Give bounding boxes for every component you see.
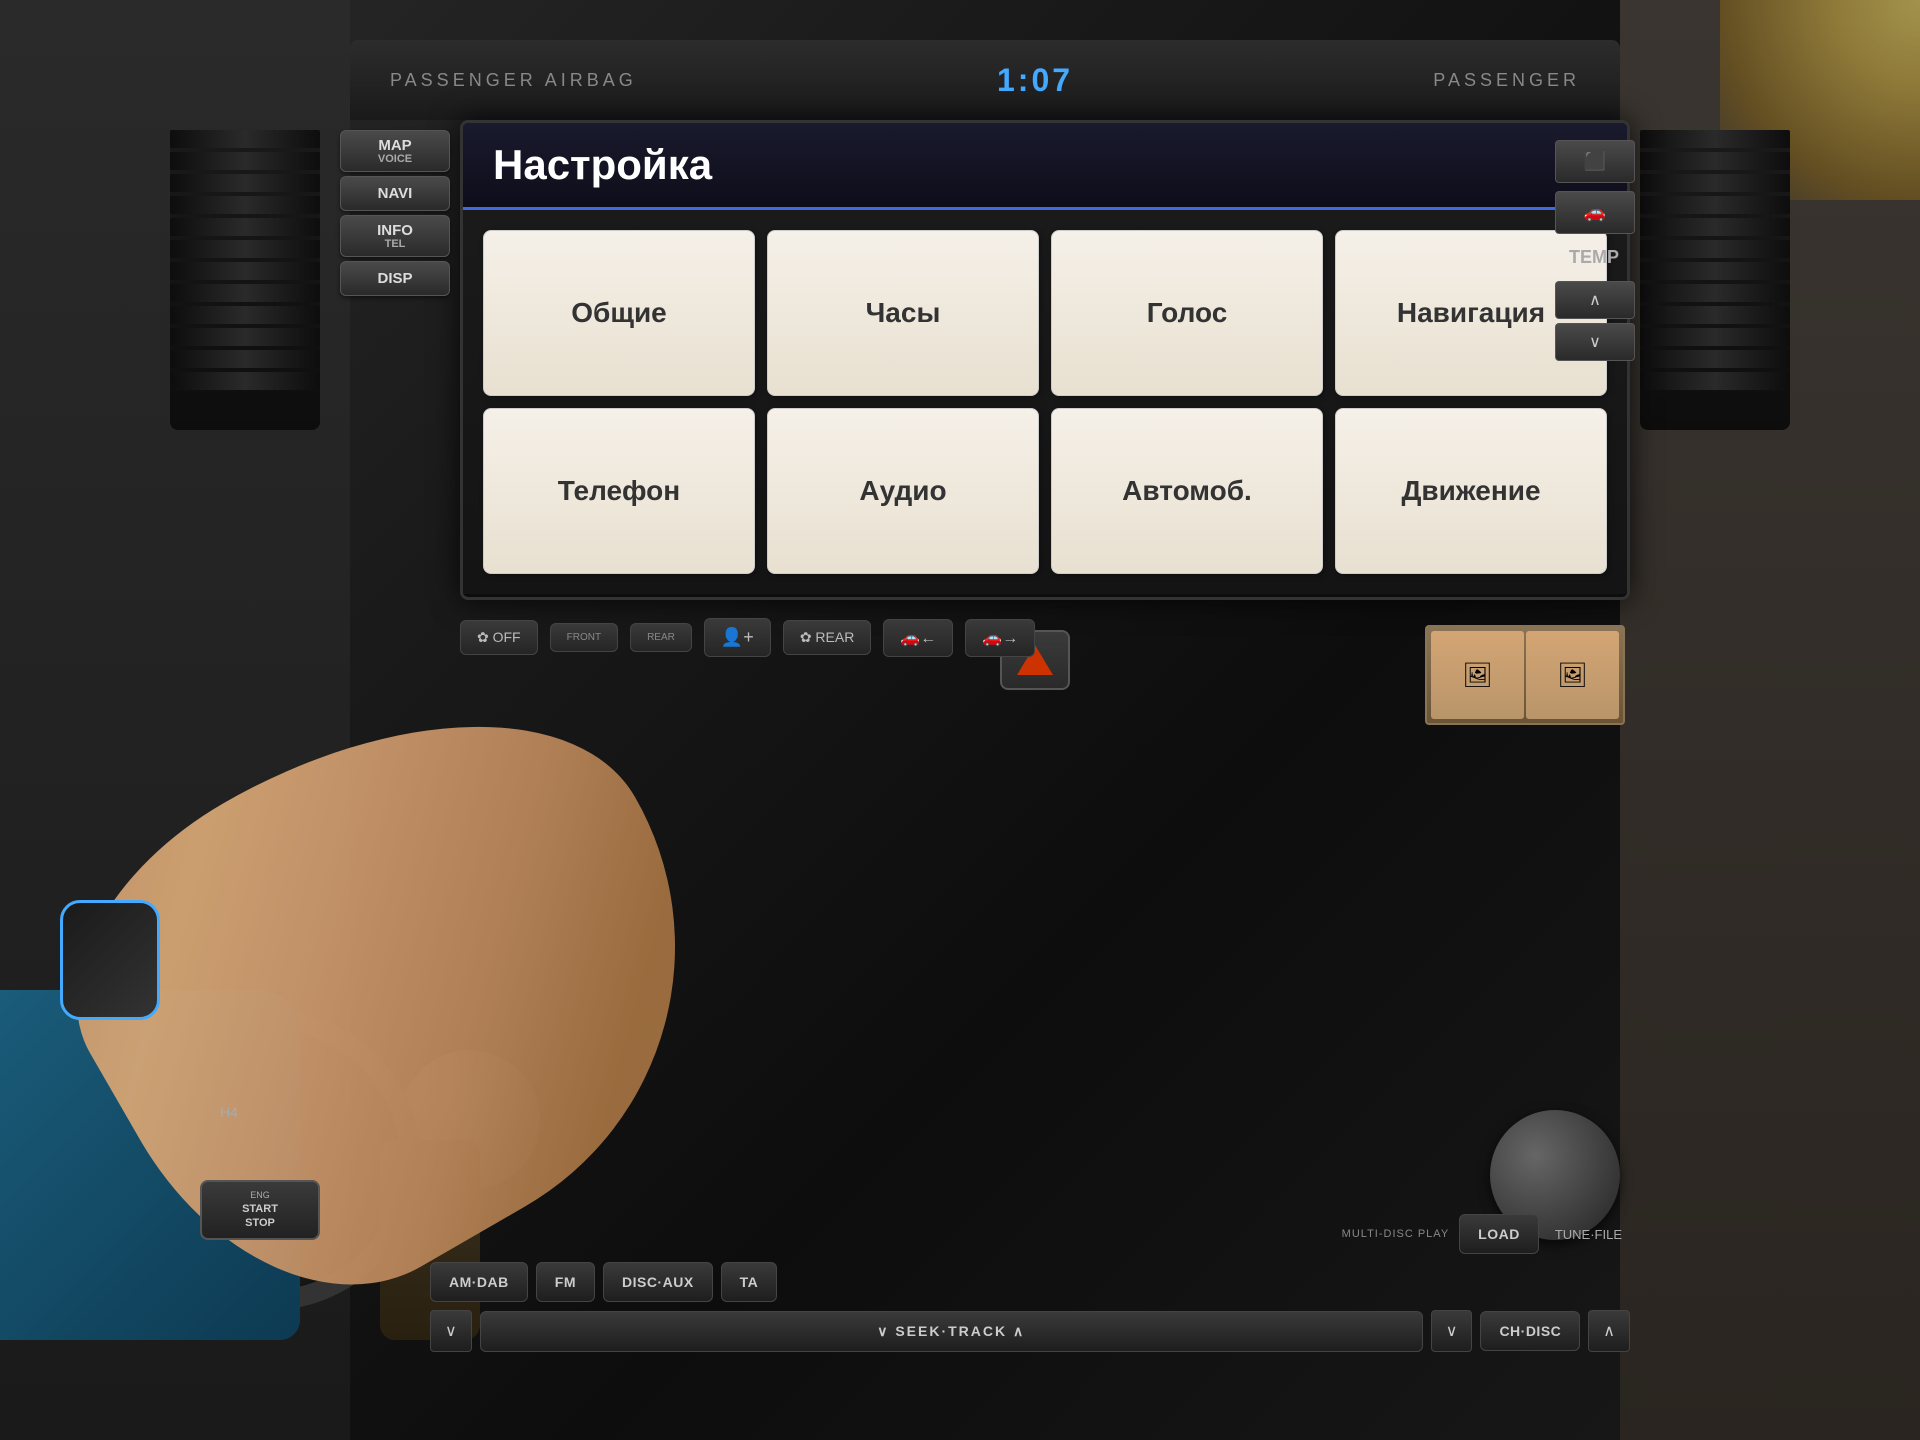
seat-cool-button[interactable]: 🚗←	[883, 619, 953, 657]
source-buttons-row: AM·DAB FM DISC·AUX TA	[430, 1262, 1630, 1302]
persons-watch	[60, 900, 160, 1020]
seek-track-row: ∨ ∨ SEEK·TRACK ∧ ∨ CH·DISC ∧	[430, 1310, 1630, 1352]
ch-disc-down-button[interactable]: ∨	[1431, 1310, 1473, 1352]
menu-audio[interactable]: Аудио	[767, 408, 1039, 574]
temp-arrows: ∧ ∨	[1555, 281, 1635, 361]
menu-golos[interactable]: Голос	[1051, 230, 1323, 396]
temp-label: TEMP	[1555, 242, 1635, 273]
front-button[interactable]: FRONT	[550, 623, 618, 652]
fm-button[interactable]: FM	[536, 1262, 595, 1302]
screen-menu-grid: Общие Часы Голос Навигация Телефон Аудио…	[463, 210, 1627, 594]
menu-avtomob[interactable]: Автомоб.	[1051, 408, 1323, 574]
push-start-label: ENG START STOP	[242, 1190, 278, 1230]
infotainment-screen: Настройка Общие Часы Голос Навигация Тел…	[460, 120, 1630, 600]
rear-button[interactable]: REAR	[630, 623, 692, 652]
defrost-btn-1[interactable]: ⬛	[1555, 140, 1635, 183]
navi-button[interactable]: NAVI	[340, 176, 450, 211]
left-nav-buttons: MAP VOICE NAVI INFO TEL DISP	[340, 130, 450, 296]
ch-disc-up-button[interactable]: ∧	[1588, 1310, 1630, 1352]
disp-button[interactable]: DISP	[340, 261, 450, 296]
seat-heat-button[interactable]: 👤+	[704, 618, 771, 657]
menu-telefon[interactable]: Телефон	[483, 408, 755, 574]
h4-label: H4	[220, 1104, 238, 1120]
religious-icons: 🖼 🖼	[1425, 625, 1625, 725]
menu-obshchie[interactable]: Общие	[483, 230, 755, 396]
ch-disc-button[interactable]: CH·DISC	[1480, 1311, 1580, 1351]
hvac-row: ✿ OFF FRONT REAR 👤+ ✿ REAR 🚗← 🚗→	[460, 618, 1420, 657]
rear-fan-button[interactable]: ✿ REAR	[783, 620, 872, 655]
menu-chasy[interactable]: Часы	[767, 230, 1039, 396]
temp-up-button[interactable]: ∧	[1555, 281, 1635, 319]
airbag-label-right: PASSENGER	[1433, 70, 1580, 91]
defrost-btn-2[interactable]: 🚗	[1555, 191, 1635, 234]
top-strip: PASSENGER AIRBAG 1:07 PASSENGER	[350, 40, 1620, 120]
fan-off-button[interactable]: ✿ OFF	[460, 620, 538, 655]
disc-controls-row: MULTI-DISC PLAY LOAD TUNE·FILE	[430, 1214, 1630, 1254]
airbag-label-left: PASSENGER AIRBAG	[390, 70, 637, 91]
screen-title: Настройка	[493, 141, 712, 188]
info-tel-button[interactable]: INFO TEL	[340, 215, 450, 257]
load-button[interactable]: LOAD	[1459, 1214, 1539, 1254]
icon-frame-1: 🖼	[1431, 631, 1524, 719]
seek-down-button[interactable]: ∨	[430, 1310, 472, 1352]
multi-disc-label: MULTI-DISC PLAY	[1340, 1226, 1452, 1242]
menu-dvizhenie[interactable]: Движение	[1335, 408, 1607, 574]
push-start-button[interactable]: ENG START STOP	[200, 1180, 320, 1240]
screen-header: Настройка	[463, 123, 1627, 210]
seek-track-button[interactable]: ∨ SEEK·TRACK ∧	[480, 1311, 1423, 1352]
seat-rear-button[interactable]: 🚗→	[965, 619, 1035, 657]
am-dab-button[interactable]: AM·DAB	[430, 1262, 528, 1302]
map-voice-button[interactable]: MAP VOICE	[340, 130, 450, 172]
clock-display: 1:07	[997, 62, 1073, 99]
temp-down-button[interactable]: ∨	[1555, 323, 1635, 361]
disc-aux-button[interactable]: DISC·AUX	[603, 1262, 713, 1302]
ta-button[interactable]: TA	[721, 1262, 778, 1302]
bottom-panel: MULTI-DISC PLAY LOAD TUNE·FILE AM·DAB FM…	[430, 1214, 1630, 1360]
right-controls: ⬛ 🚗 TEMP ∧ ∨	[1555, 140, 1635, 361]
tune-file-label: TUNE·FILE	[1547, 1223, 1630, 1246]
vent-right	[1640, 130, 1790, 430]
vent-left	[170, 130, 320, 430]
icon-frame-2: 🖼	[1526, 631, 1619, 719]
car-interior: PASSENGER AIRBAG 1:07 PASSENGER MAP VOIC…	[0, 0, 1920, 1440]
